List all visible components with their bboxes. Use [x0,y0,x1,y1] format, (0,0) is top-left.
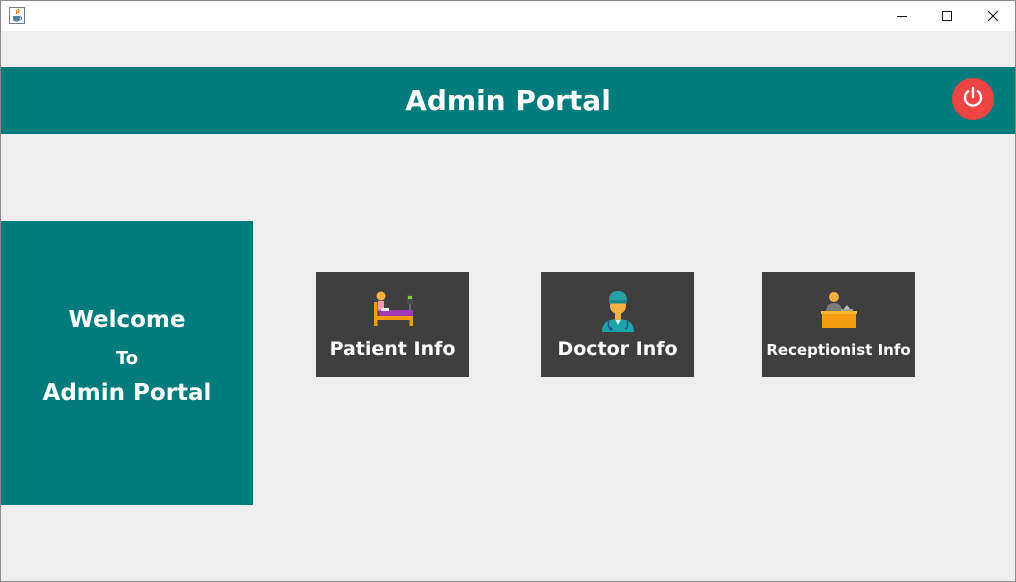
header-bar: Admin Portal [1,67,1015,134]
welcome-panel: Welcome To Admin Portal [1,221,253,505]
maximize-icon [941,7,953,26]
page-title: Admin Portal [405,84,611,117]
doctor-icon [596,288,640,332]
welcome-portal-text: Admin Portal [42,380,212,406]
receptionist-info-label: Receptionist Info [766,341,911,359]
title-bar[interactable] [1,1,1015,31]
receptionist-icon [817,288,861,332]
application-window: Admin Portal Welcome To Admin Portal Pat… [0,0,1016,582]
java-cup-icon [9,7,25,24]
doctor-info-button[interactable]: Doctor Info [541,272,694,377]
patient-bed-icon [371,288,415,332]
patient-info-label: Patient Info [329,338,456,360]
minimize-button[interactable] [879,1,925,31]
power-icon [960,84,986,114]
receptionist-info-button[interactable]: Receptionist Info [762,272,915,377]
logout-button[interactable] [952,78,994,120]
welcome-text: Welcome [68,307,186,333]
welcome-to-text: To [115,348,139,369]
patient-info-button[interactable]: Patient Info [316,272,469,377]
doctor-info-label: Doctor Info [557,338,678,360]
minimize-icon [896,7,908,26]
close-button[interactable] [970,1,1016,31]
close-icon [987,7,999,26]
maximize-button[interactable] [924,1,970,31]
